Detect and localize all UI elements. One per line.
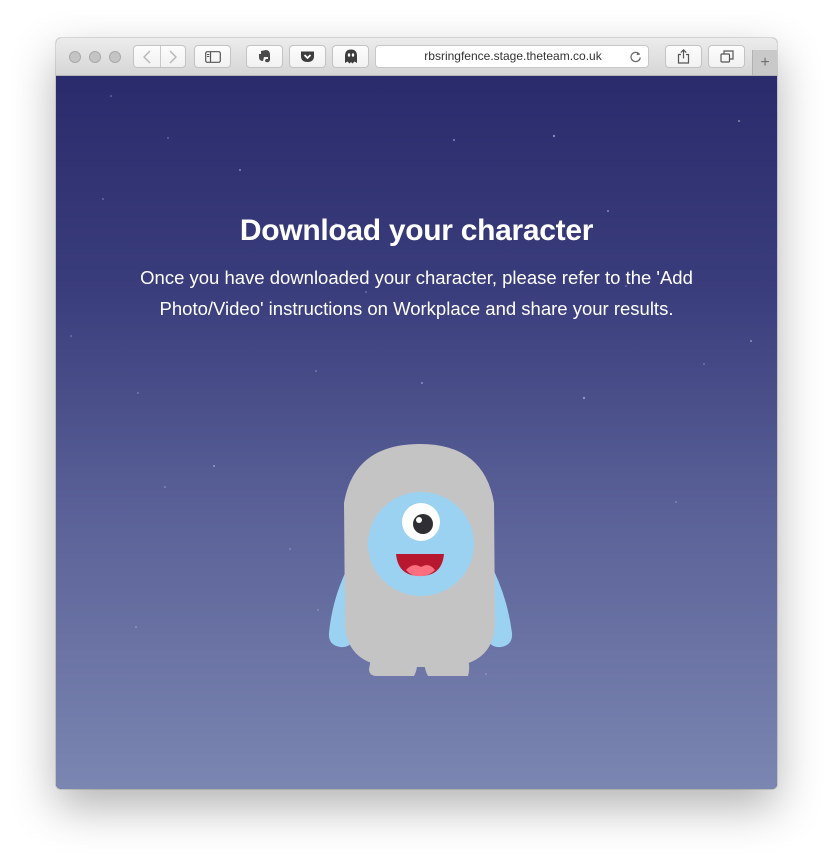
tabs-overview-button[interactable] (708, 45, 745, 68)
address-bar-url: rbsringfence.stage.theteam.co.uk (424, 49, 602, 63)
zoom-button[interactable] (109, 51, 121, 63)
monster-character[interactable] (328, 443, 514, 679)
ghostery-button[interactable] (332, 45, 369, 68)
address-bar[interactable]: rbsringfence.stage.theteam.co.uk (375, 45, 649, 68)
browser-toolbar: rbsringfence.stage.theteam.co.uk + (56, 38, 777, 76)
sidebar-icon (204, 50, 221, 63)
forward-icon (169, 50, 177, 63)
new-tab-icon: + (760, 53, 770, 71)
monster-eye-highlight (416, 517, 422, 523)
evernote-icon (258, 50, 270, 63)
reload-icon[interactable] (629, 50, 642, 63)
close-button[interactable] (69, 51, 81, 63)
new-tab-button[interactable]: + (752, 50, 777, 75)
ghostery-icon (344, 49, 357, 64)
back-forward-group (133, 45, 186, 68)
starfield-background (70, 95, 752, 675)
pocket-icon (301, 51, 314, 62)
share-button[interactable] (665, 45, 702, 68)
back-button[interactable] (134, 46, 161, 67)
minimize-button[interactable] (89, 51, 101, 63)
back-icon (143, 50, 151, 63)
sidebar-button[interactable] (194, 45, 231, 68)
page-description: Once you have downloaded your character,… (140, 267, 693, 319)
share-icon (677, 49, 690, 64)
tabs-overview-icon (719, 50, 734, 63)
page-content: Download your character Once you have do… (56, 76, 777, 789)
browser-window: rbsringfence.stage.theteam.co.uk + Downl… (56, 38, 777, 789)
forward-button[interactable] (160, 46, 185, 67)
evernote-button[interactable] (246, 45, 283, 68)
page-title: Download your character (239, 214, 594, 247)
pocket-button[interactable] (289, 45, 326, 68)
monster-pupil (413, 514, 433, 534)
